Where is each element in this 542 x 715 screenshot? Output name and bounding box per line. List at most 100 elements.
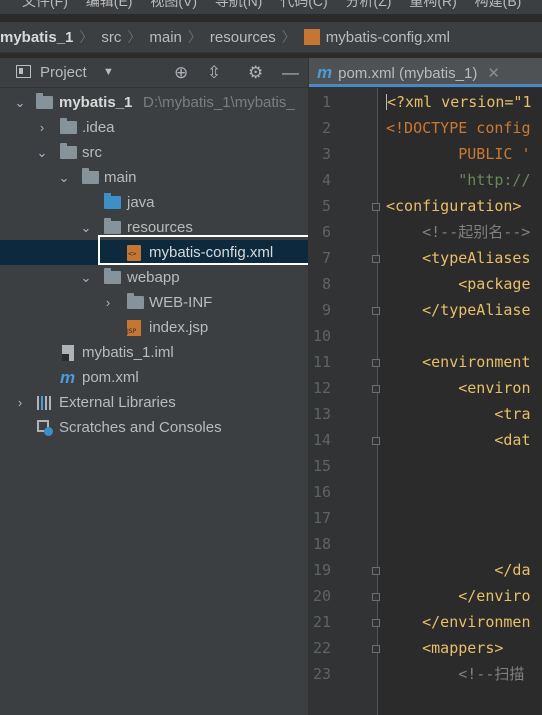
tree-item-label: src <box>82 144 102 161</box>
tree-item-index-jsp[interactable]: index.jsp <box>0 315 308 340</box>
line-number: 2 <box>321 119 331 137</box>
tree-item-iml[interactable]: mybatis_1.iml <box>0 340 308 365</box>
module-folder-icon <box>36 93 53 109</box>
chevron-right-icon[interactable]: › <box>36 115 48 140</box>
fold-marker-icon[interactable] <box>372 203 380 211</box>
code-line: <!--起别名--> <box>386 223 531 241</box>
tree-item-idea[interactable]: › .idea <box>0 115 308 140</box>
fold-marker-icon[interactable] <box>372 619 380 627</box>
fold-marker-icon[interactable] <box>372 359 380 367</box>
code-line: PUBLIC ' <box>386 145 531 163</box>
code-line: <environment <box>386 353 531 371</box>
locate-file-icon[interactable]: ⊕ <box>174 58 188 87</box>
maven-icon: m <box>60 368 76 387</box>
minimize-icon[interactable]: — <box>282 58 299 87</box>
fold-marker-icon[interactable] <box>372 385 380 393</box>
tree-item-external-libraries[interactable]: › External Libraries <box>0 390 308 415</box>
line-number: 5 <box>321 197 331 215</box>
menu-bar: 文件(F) 编辑(E) 视图(V) 导航(N) 代码(C) 分析(Z) 重构(R… <box>0 0 542 14</box>
code-line: <!--扫描 <box>386 665 525 683</box>
fold-marker-icon[interactable] <box>372 567 380 575</box>
jsp-file-icon <box>127 320 141 336</box>
line-number: 16 <box>312 483 331 501</box>
tree-item-label: pom.xml <box>82 369 139 386</box>
xml-file-icon <box>303 29 320 45</box>
breadcrumb-file[interactable]: mybatis-config.xml <box>326 29 450 46</box>
line-number: 15 <box>312 457 331 475</box>
tree-item-scratches[interactable]: Scratches and Consoles <box>0 415 308 440</box>
fold-marker-icon[interactable] <box>372 593 380 601</box>
line-number: 14 <box>312 431 331 449</box>
breadcrumb-separator-icon: 〉 <box>79 29 94 45</box>
web-folder-icon <box>104 268 121 284</box>
source-folder-icon <box>104 193 121 209</box>
code-line: <configuration> <box>386 197 522 215</box>
tree-item-project-root[interactable]: ⌄ mybatis_1 D:\mybatis_1\mybatis_ <box>0 90 308 115</box>
tree-item-label: mybatis_1.iml <box>82 344 174 361</box>
code-line: </environmen <box>386 613 531 631</box>
menu-navigate[interactable]: 导航(N) <box>215 0 262 9</box>
line-number: 3 <box>321 145 331 163</box>
tree-item-label: main <box>104 169 137 186</box>
folder-icon <box>82 168 99 184</box>
resources-folder-icon <box>104 218 121 234</box>
chevron-right-icon[interactable]: › <box>102 290 114 315</box>
breadcrumb-project[interactable]: mybatis_1 <box>0 29 73 46</box>
tree-item-label: webapp <box>127 269 180 286</box>
tree-item-label: WEB-INF <box>149 294 213 311</box>
project-view-selector[interactable]: Project <box>40 58 87 87</box>
tree-item-pom[interactable]: m pom.xml <box>0 365 308 390</box>
tree-item-label: Scratches and Consoles <box>59 419 222 436</box>
tree-item-java[interactable]: java <box>0 190 308 215</box>
breadcrumb-src[interactable]: src <box>101 29 121 46</box>
chevron-right-icon[interactable]: › <box>14 390 26 415</box>
folder-icon <box>60 118 77 134</box>
line-number: 9 <box>321 301 331 319</box>
tab-label: pom.xml (mybatis_1) <box>338 65 478 82</box>
menu-code[interactable]: 代码(C) <box>280 0 327 9</box>
tree-item-webapp[interactable]: ⌄ webapp <box>0 265 308 290</box>
folder-icon <box>60 143 77 159</box>
chevron-down-icon[interactable]: ⌄ <box>80 215 92 240</box>
code-line: </typeAliase <box>386 301 531 319</box>
line-number: 13 <box>312 405 331 423</box>
tree-item-label: .idea <box>82 119 115 136</box>
tree-item-label: mybatis_1 <box>59 94 133 111</box>
editor-tab-bar: m pom.xml (mybatis_1) ✕ <box>309 58 542 88</box>
tree-item-web-inf[interactable]: › WEB-INF <box>0 290 308 315</box>
menu-view[interactable]: 视图(V) <box>150 0 197 9</box>
chevron-down-icon[interactable]: ⌄ <box>36 140 48 165</box>
breadcrumb-resources[interactable]: resources <box>210 29 276 46</box>
project-window-icon <box>16 65 31 78</box>
chevron-down-icon[interactable]: ▼ <box>103 58 114 87</box>
chevron-down-icon[interactable]: ⌄ <box>58 165 70 190</box>
menu-analyze[interactable]: 分析(Z) <box>346 0 392 9</box>
code-line: </da <box>386 561 531 579</box>
menu-edit[interactable]: 编辑(E) <box>86 0 133 9</box>
fold-marker-icon[interactable] <box>372 645 380 653</box>
folder-icon <box>127 293 144 309</box>
line-number: 22 <box>312 639 331 657</box>
close-icon[interactable]: ✕ <box>487 65 500 82</box>
menu-file[interactable]: 文件(F) <box>22 0 68 9</box>
tree-item-src[interactable]: ⌄ src <box>0 140 308 165</box>
collapse-all-icon[interactable]: ⇳ <box>207 58 221 87</box>
menu-build[interactable]: 构建(B) <box>475 0 522 9</box>
breadcrumb-separator-icon: 〉 <box>127 29 142 45</box>
chevron-down-icon[interactable]: ⌄ <box>14 90 26 115</box>
gear-icon[interactable]: ⚙ <box>248 58 263 87</box>
line-number: 21 <box>312 613 331 631</box>
fold-marker-icon[interactable] <box>372 437 380 445</box>
tab-pom-xml[interactable]: m pom.xml (mybatis_1) ✕ <box>309 58 542 87</box>
tree-item-main[interactable]: ⌄ main <box>0 165 308 190</box>
fold-marker-icon[interactable] <box>372 307 380 315</box>
maven-icon: m <box>317 63 333 82</box>
tree-item-path: D:\mybatis_1\mybatis_ <box>143 94 295 111</box>
breadcrumb-main[interactable]: main <box>149 29 182 46</box>
chevron-down-icon[interactable]: ⌄ <box>80 265 92 290</box>
code-line: "http:// <box>386 171 531 189</box>
line-number: 4 <box>321 171 331 189</box>
fold-marker-icon[interactable] <box>372 255 380 263</box>
code-line: <environ <box>386 379 531 397</box>
menu-refactor[interactable]: 重构(R) <box>409 0 456 9</box>
